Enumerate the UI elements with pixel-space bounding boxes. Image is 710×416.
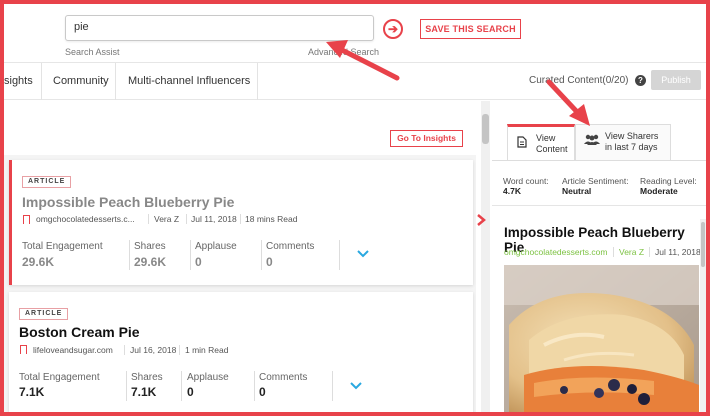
tab-view-content[interactable]: View Content (507, 124, 575, 160)
stat-value: 29.6K (22, 255, 55, 269)
users-icon (584, 134, 600, 145)
divider (254, 371, 255, 401)
search-input[interactable]: pie (65, 15, 374, 41)
article-badge: ARTICLE (19, 308, 69, 320)
divider (148, 214, 149, 224)
chevron-down-icon[interactable] (350, 382, 362, 390)
stat-value: 0 (187, 385, 194, 399)
divider (179, 345, 180, 355)
tab-insights[interactable]: sights (4, 63, 42, 100)
divider (332, 371, 333, 401)
divider (129, 240, 130, 270)
stat-label: Comments (266, 241, 315, 252)
bookmark-icon[interactable] (20, 345, 27, 354)
search-assist-link[interactable]: Search Assist (65, 47, 120, 57)
result-card[interactable]: ARTICLE Boston Cream Pie lifeloveandsuga… (9, 292, 473, 412)
stat-value: 0 (195, 255, 202, 269)
article-author[interactable]: Vera Z (154, 214, 179, 224)
stat-label: Total Engagement (22, 241, 103, 252)
stat-value: 7.1K (19, 385, 45, 399)
article-preview-image (504, 265, 699, 412)
tab-label: View (536, 133, 556, 143)
stat-label: Total Engagement (19, 372, 100, 383)
preview-author[interactable]: Vera Z (619, 247, 644, 257)
stat-value: 7.1K (131, 385, 157, 399)
collapse-arrow-icon[interactable] (476, 214, 486, 226)
divider (126, 371, 127, 401)
divider (613, 247, 614, 257)
stat-label: Applause (187, 372, 229, 383)
word-count-label: Word count: (503, 176, 549, 186)
document-icon (517, 136, 527, 148)
tab-label: Content (536, 144, 568, 154)
advanced-search-link[interactable]: Advanced Search (308, 47, 379, 57)
article-title[interactable]: Impossible Peach Blueberry Pie (22, 194, 234, 210)
divider (492, 205, 706, 206)
help-icon[interactable]: ? (635, 75, 646, 86)
stat-value: 29.6K (134, 255, 167, 269)
chevron-down-icon[interactable] (357, 250, 369, 258)
go-to-insights-button[interactable]: Go To Insights (390, 130, 463, 147)
stat-value: 0 (259, 385, 266, 399)
article-badge: ARTICLE (22, 176, 72, 188)
article-site[interactable]: lifeloveandsugar.com (33, 345, 113, 355)
stat-label: Shares (131, 372, 163, 383)
stat-label: Applause (195, 241, 237, 252)
divider (649, 247, 650, 257)
article-date: Jul 11, 2018 (191, 214, 237, 224)
tab-view-sharers[interactable]: View Sharers in last 7 days (575, 124, 671, 160)
divider (190, 240, 191, 270)
bookmark-icon[interactable] (23, 215, 30, 224)
search-go-icon[interactable]: ➔ (383, 19, 403, 39)
reading-level-label: Reading Level: (640, 176, 697, 186)
tab-community[interactable]: Community (42, 63, 116, 100)
stat-value: 0 (266, 255, 273, 269)
reading-level-value: Moderate (640, 186, 678, 196)
publish-button[interactable]: Publish (651, 70, 701, 90)
word-count-value: 4.7K (503, 186, 521, 196)
result-card[interactable]: ARTICLE Impossible Peach Blueberry Pie o… (9, 160, 473, 285)
divider (339, 240, 340, 270)
divider (186, 214, 187, 224)
sentiment-value: Neutral (562, 186, 592, 196)
curated-content-count: Curated Content(0/20) (529, 75, 629, 86)
divider (181, 371, 182, 401)
app-frame: pie Search Assist Advanced Search ➔ SAVE… (4, 4, 706, 412)
stat-label: Shares (134, 241, 166, 252)
tab-label: in last 7 days (605, 142, 658, 152)
divider (240, 214, 241, 224)
article-read-time: 18 mins Read (245, 214, 298, 224)
preview-date: Jul 11, 2018 (655, 247, 701, 257)
stat-label: Comments (259, 372, 308, 383)
article-read-time: 1 min Read (185, 345, 229, 355)
divider (261, 240, 262, 270)
save-search-button[interactable]: SAVE THIS SEARCH (420, 19, 521, 39)
divider (124, 345, 125, 355)
tab-multi-channel-influencers[interactable]: Multi-channel Influencers (116, 63, 258, 100)
results-scrollbar-thumb[interactable] (482, 114, 489, 144)
preview-scrollbar-thumb[interactable] (701, 222, 705, 267)
article-site[interactable]: omgchocolatedesserts.c... (36, 214, 135, 224)
tab-label: View Sharers (605, 131, 659, 141)
sentiment-label: Article Sentiment: (562, 176, 629, 186)
results-scrollbar[interactable] (481, 101, 490, 412)
article-date: Jul 16, 2018 (130, 345, 177, 355)
divider (492, 160, 706, 161)
preview-site[interactable]: omgchocolatedesserts.com (504, 247, 607, 257)
article-title[interactable]: Boston Cream Pie (19, 324, 140, 340)
